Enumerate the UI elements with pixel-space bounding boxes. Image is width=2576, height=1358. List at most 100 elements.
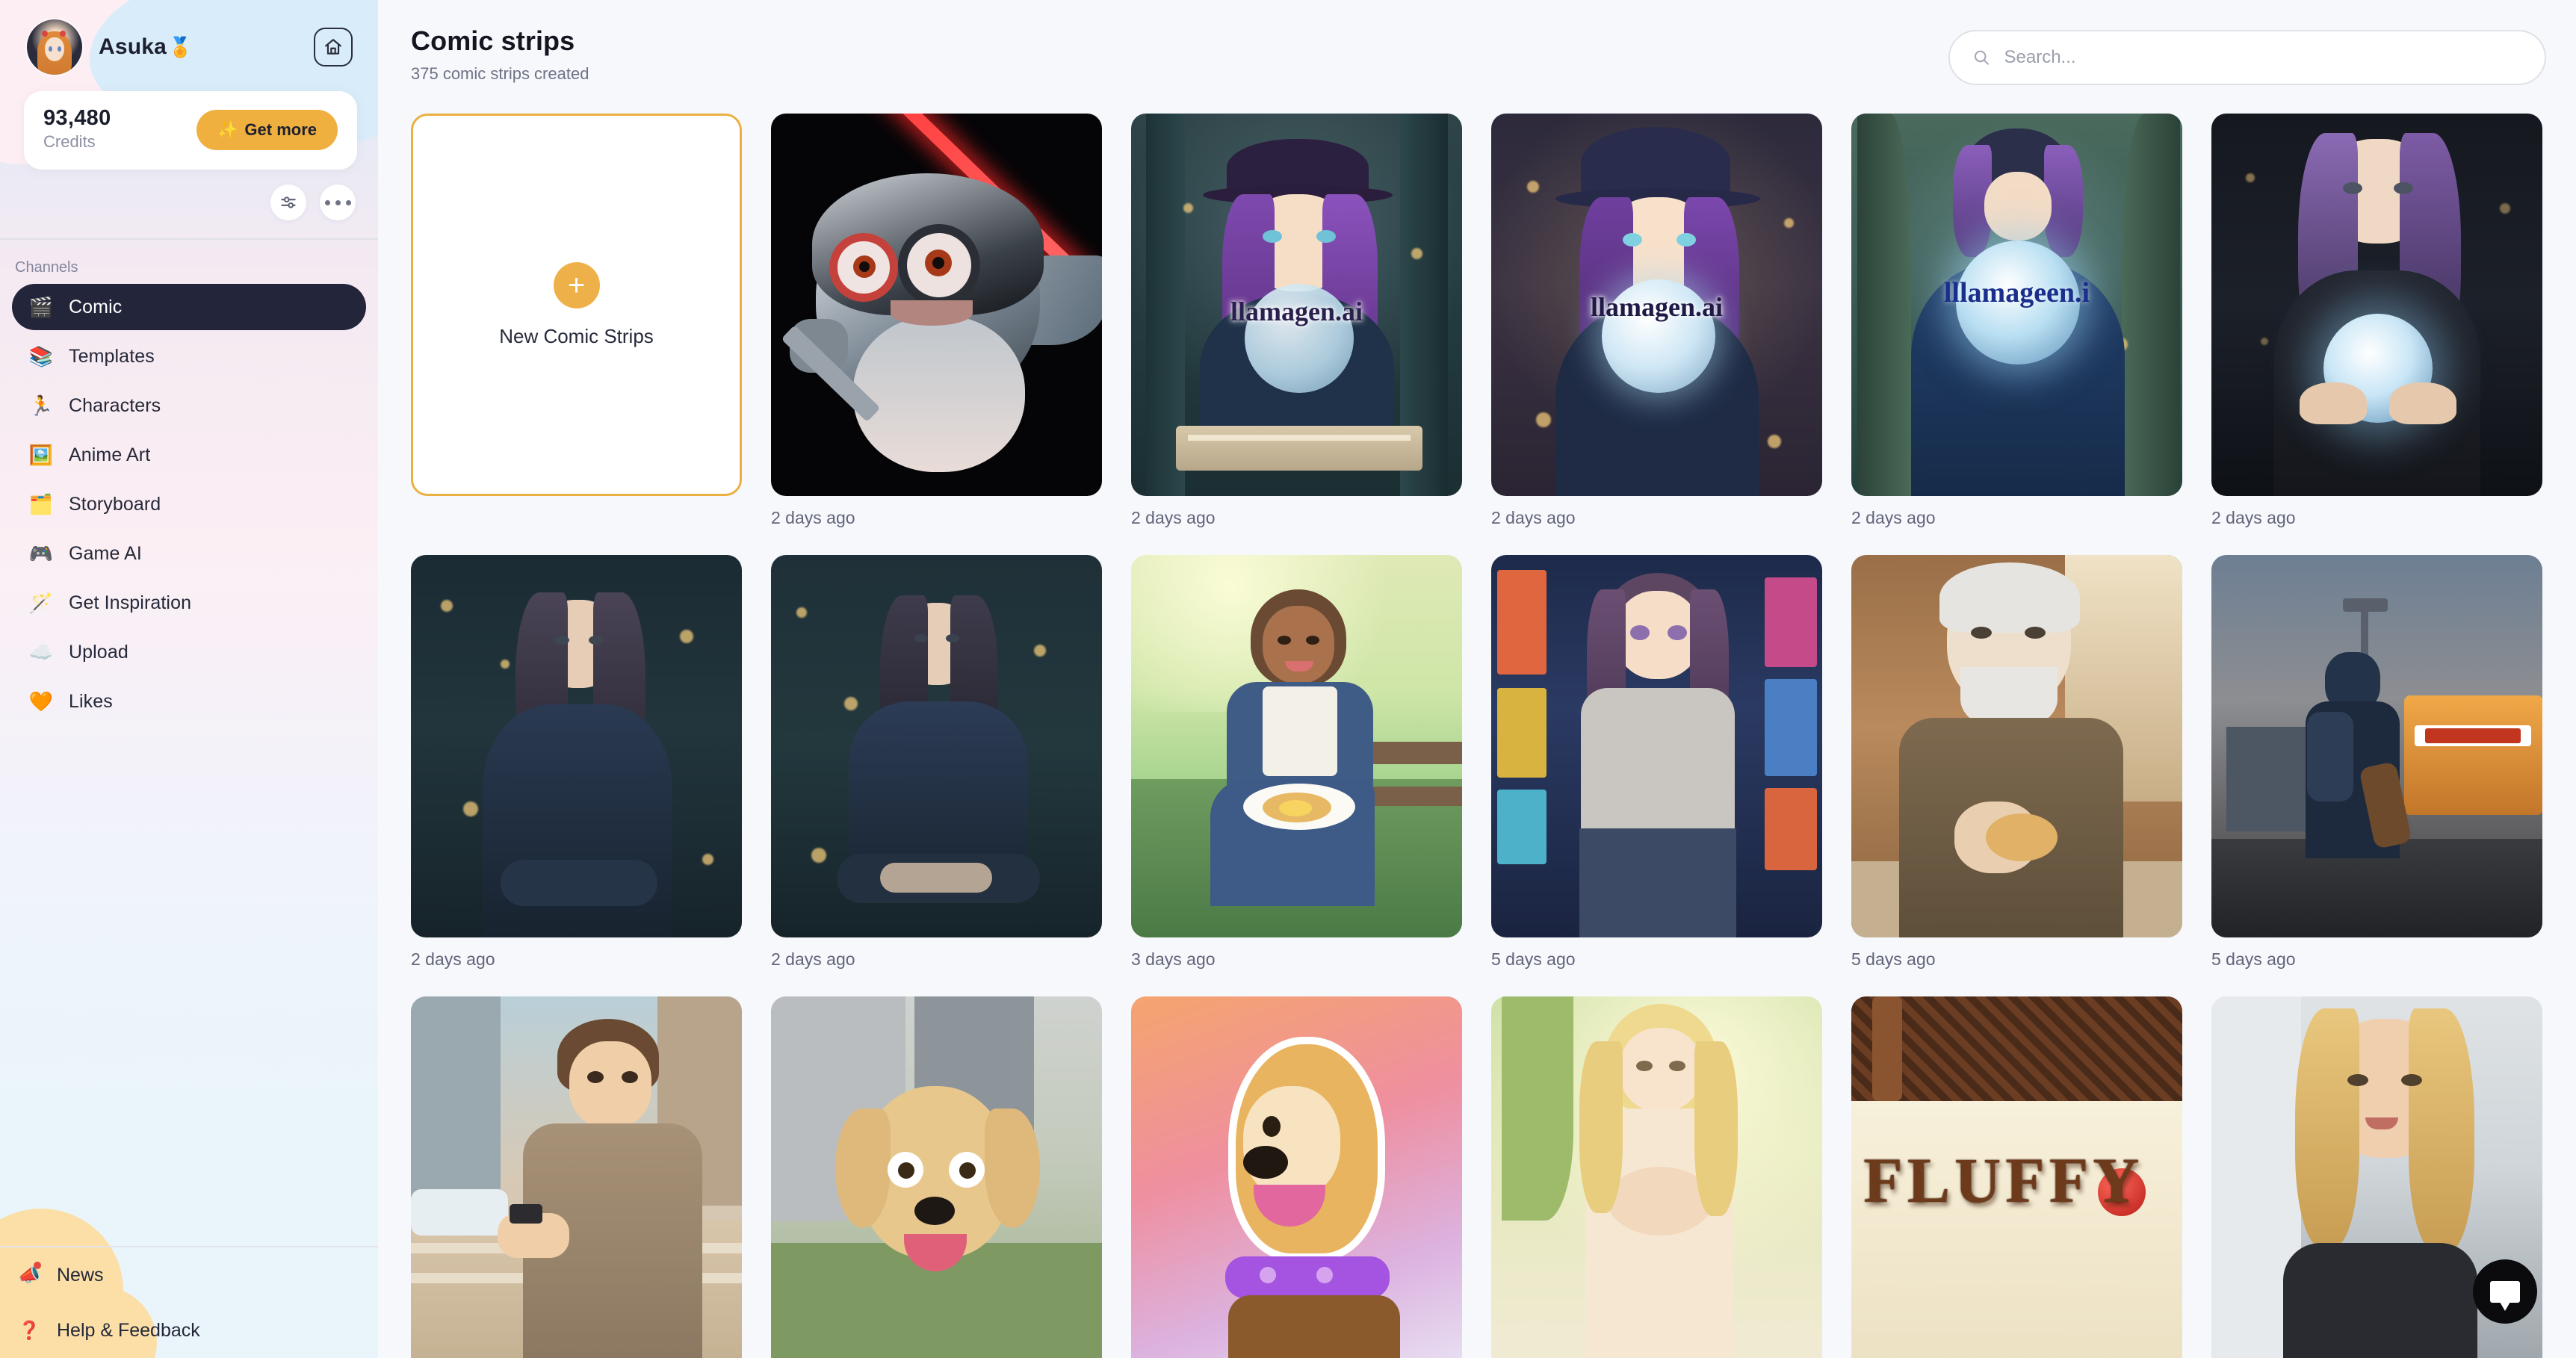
- more-options-button[interactable]: [320, 185, 356, 221]
- medal-icon: 🏅: [168, 35, 193, 58]
- sidebar-item-label: Anime Art: [69, 444, 151, 465]
- magic-wand-icon: 🪄: [28, 592, 54, 615]
- credits-amount: 93,480: [43, 106, 111, 130]
- gallery-item: [1491, 996, 1822, 1358]
- gallery-thumbnail-anime-girl-sunlit[interactable]: [1491, 996, 1822, 1358]
- sidebar-item-likes[interactable]: 🧡 Likes: [12, 678, 366, 725]
- sidebar: Asuka 🏅 93,480 Credits ✨ Get more Channe…: [0, 0, 378, 1358]
- new-comic-cell: + New Comic Strips: [411, 114, 742, 528]
- sidebar-item-label: Game AI: [69, 542, 142, 564]
- sidebar-item-label: Storyboard: [69, 493, 161, 515]
- new-comic-strips-label: New Comic Strips: [499, 324, 654, 347]
- sidebar-item-news[interactable]: 📣 News: [0, 1247, 378, 1303]
- sidebar-item-templates[interactable]: 📚 Templates: [12, 333, 366, 379]
- sidebar-item-help-feedback[interactable]: ❓ Help & Feedback: [0, 1303, 378, 1358]
- gallery-caption: 2 days ago: [771, 949, 855, 969]
- gamepad-icon: 🎮: [28, 542, 54, 565]
- gallery-item: 2 days ago: [2211, 114, 2542, 528]
- top-bar: Comic strips 375 comic strips created: [378, 0, 2576, 85]
- sidebar-item-label: Upload: [69, 641, 129, 663]
- sidebar-item-get-inspiration[interactable]: 🪄 Get Inspiration: [12, 580, 366, 626]
- gallery-item: 5 days ago: [2211, 555, 2542, 970]
- sidebar-item-label: Get Inspiration: [69, 592, 192, 613]
- get-more-label: Get more: [244, 120, 317, 139]
- gallery-thumbnail-anime-girl-tokyo-street[interactable]: [1491, 555, 1822, 937]
- cloud-upload-icon: ☁️: [28, 641, 54, 664]
- new-comic-strips-card[interactable]: + New Comic Strips: [411, 114, 742, 496]
- watermark: lllamageen.i: [1943, 277, 2090, 309]
- gallery-thumbnail-golden-retriever-suburb[interactable]: [771, 996, 1102, 1358]
- gallery-thumbnail-witch-crystal-ball-book[interactable]: llamagen.ai: [1131, 114, 1462, 496]
- gallery-thumbnail-man-guitar-diner-dusk[interactable]: [2211, 555, 2542, 937]
- gallery-thumbnail-woman-fireflies-forest[interactable]: [411, 555, 742, 937]
- gallery-thumbnail-girl-bench-pancakes[interactable]: [1131, 555, 1462, 937]
- megaphone-icon: 📣: [16, 1261, 42, 1286]
- gallery-item: 2 days ago: [411, 555, 742, 970]
- credits-label: Credits: [43, 132, 96, 152]
- credits-info: 93,480 Credits: [43, 106, 111, 153]
- gallery-item: llamagen.ai 2 days ago: [1491, 114, 1822, 528]
- runner-icon: 🏃: [28, 394, 54, 418]
- watermark: FLUFFY: [1863, 1144, 2144, 1216]
- gallery-item: llamagen.ai 2 days ago: [1131, 114, 1462, 528]
- picture-icon: 🖼️: [28, 444, 54, 467]
- gallery-item: FLUFFY: [1851, 996, 2182, 1358]
- chat-support-button[interactable]: [2473, 1259, 2537, 1324]
- gallery-thumbnail-chocolate-cake-fluffy[interactable]: FLUFFY: [1851, 996, 2182, 1358]
- search-area: [1948, 30, 2546, 85]
- sidebar-item-label: Characters: [69, 394, 161, 416]
- news-badge-dot: [34, 1261, 41, 1269]
- gallery-thumbnail-dark-sorceress-orb[interactable]: [2211, 114, 2542, 496]
- gallery-item: [771, 996, 1102, 1358]
- gallery-thumbnail-darth-vader-fish[interactable]: [771, 114, 1102, 496]
- gallery-item: 5 days ago: [1851, 555, 2182, 970]
- get-more-button[interactable]: ✨ Get more: [196, 109, 338, 150]
- sidebar-item-storyboard[interactable]: 🗂️ Storyboard: [12, 481, 366, 527]
- gallery-thumbnail-cartoon-dog-sunset[interactable]: [1131, 996, 1462, 1358]
- gallery-thumbnail-witch-hat-crystal-ball[interactable]: llamagen.ai: [1491, 114, 1822, 496]
- search-icon: [1974, 50, 1989, 65]
- gallery-item: lllamageen.i 2 days ago: [1851, 114, 2182, 528]
- sidebar-item-comic[interactable]: 🎬 Comic: [12, 284, 366, 331]
- ellipsis-icon: [324, 199, 351, 205]
- heart-icon: 🧡: [28, 690, 54, 713]
- sidebar-item-label: Comic: [69, 296, 123, 317]
- search-input[interactable]: [2004, 47, 2522, 68]
- gallery-thumbnail-woman-fireflies-seated[interactable]: [771, 555, 1102, 937]
- home-icon: [325, 39, 341, 55]
- gallery-item: 2 days ago: [771, 114, 1102, 528]
- sidebar-header: Asuka 🏅: [0, 0, 378, 75]
- user-name-text: Asuka: [99, 34, 167, 59]
- sidebar-item-upload[interactable]: ☁️ Upload: [12, 629, 366, 675]
- gallery-item: 5 days ago: [1491, 555, 1822, 970]
- sidebar-item-game-ai[interactable]: 🎮 Game AI: [12, 530, 366, 577]
- gallery-thumbnail-old-man-holding-cookie[interactable]: [1851, 555, 2182, 937]
- gallery-caption: 5 days ago: [1491, 949, 1576, 969]
- gallery-item: 2 days ago: [771, 555, 1102, 970]
- gallery-thumbnail-forest-seer-crystal-ball[interactable]: lllamageen.i: [1851, 114, 2182, 496]
- sidebar-footer: 📣 News ❓ Help & Feedback: [0, 1246, 378, 1358]
- gallery-caption: 2 days ago: [1851, 508, 1936, 527]
- sidebar-item-label: Help & Feedback: [57, 1319, 200, 1341]
- gallery-caption: 2 days ago: [2211, 508, 2296, 527]
- sidebar-nav: 🎬 Comic 📚 Templates 🏃 Characters 🖼️ Anim…: [0, 284, 378, 725]
- gallery-caption: 2 days ago: [411, 949, 495, 969]
- user-name: Asuka 🏅: [99, 34, 193, 60]
- sliders-icon: [281, 196, 296, 208]
- gallery-thumbnail-comic-man-city-street[interactable]: [411, 996, 742, 1358]
- credits-card: 93,480 Credits ✨ Get more: [24, 91, 357, 170]
- avatar[interactable]: [27, 19, 82, 75]
- gallery-caption: 5 days ago: [1851, 949, 1936, 969]
- clapperboard-icon: 🎬: [28, 296, 54, 319]
- gallery-caption: 2 days ago: [1491, 508, 1576, 527]
- channels-header: Channels: [15, 259, 78, 276]
- sidebar-tools: [0, 170, 378, 221]
- search-box[interactable]: [1948, 30, 2546, 85]
- gallery-item: 3 days ago: [1131, 555, 1462, 970]
- page-title: Comic strips: [411, 25, 575, 56]
- sidebar-item-anime-art[interactable]: 🖼️ Anime Art: [12, 432, 366, 478]
- home-button[interactable]: [314, 28, 353, 66]
- sidebar-item-characters[interactable]: 🏃 Characters: [12, 382, 366, 429]
- filter-settings-button[interactable]: [270, 185, 306, 221]
- main-content: Comic strips 375 comic strips created + …: [378, 0, 2576, 1358]
